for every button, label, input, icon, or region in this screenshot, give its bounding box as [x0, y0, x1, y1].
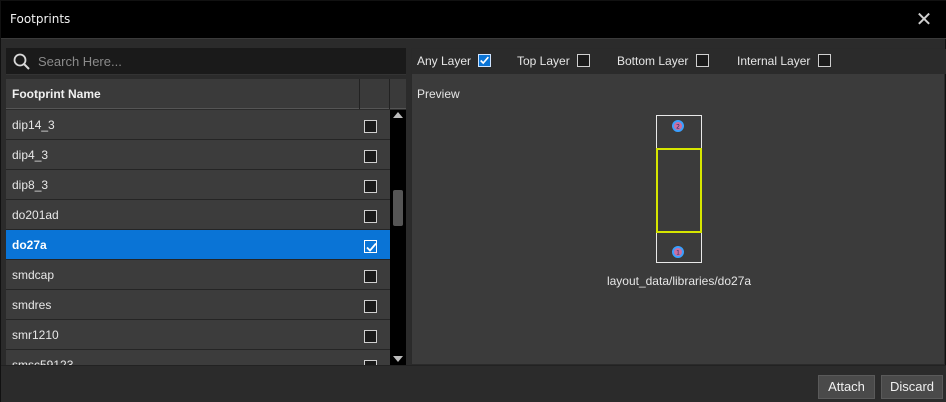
layer-filter-any[interactable]: Any Layer — [417, 54, 492, 68]
table-row[interactable]: smsc59123 — [6, 350, 390, 365]
table-header: Footprint Name — [6, 79, 406, 109]
any-layer-checkbox[interactable] — [478, 54, 492, 67]
footprint-preview: 2 1 — [656, 115, 702, 263]
list-scrollbar[interactable] — [390, 110, 406, 365]
footprint-name: smr1210 — [12, 328, 59, 342]
footprint-name: smdres — [12, 298, 52, 312]
discard-button[interactable]: Discard — [881, 375, 943, 399]
row-checkbox[interactable] — [364, 270, 377, 283]
top-layer-checkbox[interactable] — [577, 54, 591, 67]
pad-number: 1 — [676, 250, 680, 257]
footprint-table-body: dip14_3 dip4_3 dip8_3 do201ad do27a smdc… — [6, 110, 390, 365]
footprint-list-panel: Footprint Name dip14_3 dip4_3 dip8_3 do2… — [6, 48, 406, 365]
row-checkbox[interactable] — [364, 300, 377, 313]
checkmark-icon — [366, 242, 377, 252]
table-row-selected[interactable]: do27a — [6, 230, 390, 260]
table-row[interactable]: dip14_3 — [6, 110, 390, 140]
pad-2: 2 — [672, 120, 684, 132]
search-input[interactable] — [38, 51, 398, 72]
table-row[interactable]: dip4_3 — [6, 140, 390, 170]
row-checkbox[interactable] — [364, 180, 377, 193]
column-divider — [359, 79, 360, 109]
title-bar: Footprints ✕ — [1, 1, 946, 39]
layer-label: Internal Layer — [737, 54, 811, 68]
preview-heading: Preview — [417, 87, 460, 101]
layer-filter-top[interactable]: Top Layer — [517, 54, 591, 68]
footprint-path: layout_data/libraries/do27a — [606, 274, 752, 288]
preview-panel: Any Layer Top Layer Bottom Layer Interna… — [411, 48, 946, 365]
footprint-name: dip14_3 — [12, 118, 55, 132]
component-body-outline — [656, 148, 702, 233]
layer-label: Any Layer — [417, 54, 472, 68]
layer-filter-bottom[interactable]: Bottom Layer — [617, 54, 709, 68]
footprint-name: do201ad — [12, 208, 59, 222]
row-checkbox[interactable] — [364, 120, 377, 133]
table-row[interactable]: dip8_3 — [6, 170, 390, 200]
layer-label: Bottom Layer — [617, 54, 689, 68]
internal-layer-checkbox[interactable] — [817, 54, 831, 67]
footprint-name: smsc59123 — [12, 358, 74, 365]
column-header-footprint-name[interactable]: Footprint Name — [12, 87, 101, 101]
layer-label: Top Layer — [517, 54, 570, 68]
pad-number: 2 — [676, 124, 680, 131]
row-checkbox[interactable] — [364, 210, 377, 223]
bottom-layer-checkbox[interactable] — [695, 54, 709, 67]
scroll-down-icon[interactable] — [393, 356, 403, 362]
table-row[interactable]: smdcap — [6, 260, 390, 290]
pad-1: 1 — [672, 246, 684, 258]
checkmark-icon — [480, 56, 490, 65]
footprint-name: dip4_3 — [12, 148, 49, 162]
row-checkbox[interactable] — [364, 150, 377, 163]
footprint-name: dip8_3 — [12, 178, 49, 192]
row-checkbox[interactable] — [364, 240, 377, 253]
footprint-name: smdcap — [12, 268, 55, 282]
footprints-dialog: Footprints ✕ Footprint Name dip14_3 dip4… — [0, 0, 946, 402]
footprint-name: do27a — [12, 238, 47, 252]
row-checkbox[interactable] — [364, 330, 377, 343]
search-bar — [6, 48, 406, 75]
layer-filter-internal[interactable]: Internal Layer — [737, 54, 831, 68]
dialog-footer: Attach Discard — [1, 365, 946, 402]
table-row[interactable]: smdres — [6, 290, 390, 320]
table-row[interactable]: do201ad — [6, 200, 390, 230]
scroll-thumb[interactable] — [393, 190, 403, 226]
attach-button[interactable]: Attach — [818, 375, 875, 399]
layer-filter-bar: Any Layer Top Layer Bottom Layer Interna… — [412, 49, 946, 74]
close-icon[interactable]: ✕ — [913, 8, 935, 30]
column-divider — [389, 79, 390, 109]
table-row[interactable]: smr1210 — [6, 320, 390, 350]
scroll-up-icon[interactable] — [393, 112, 403, 118]
search-icon — [13, 53, 30, 70]
window-title: Footprints — [10, 12, 71, 26]
